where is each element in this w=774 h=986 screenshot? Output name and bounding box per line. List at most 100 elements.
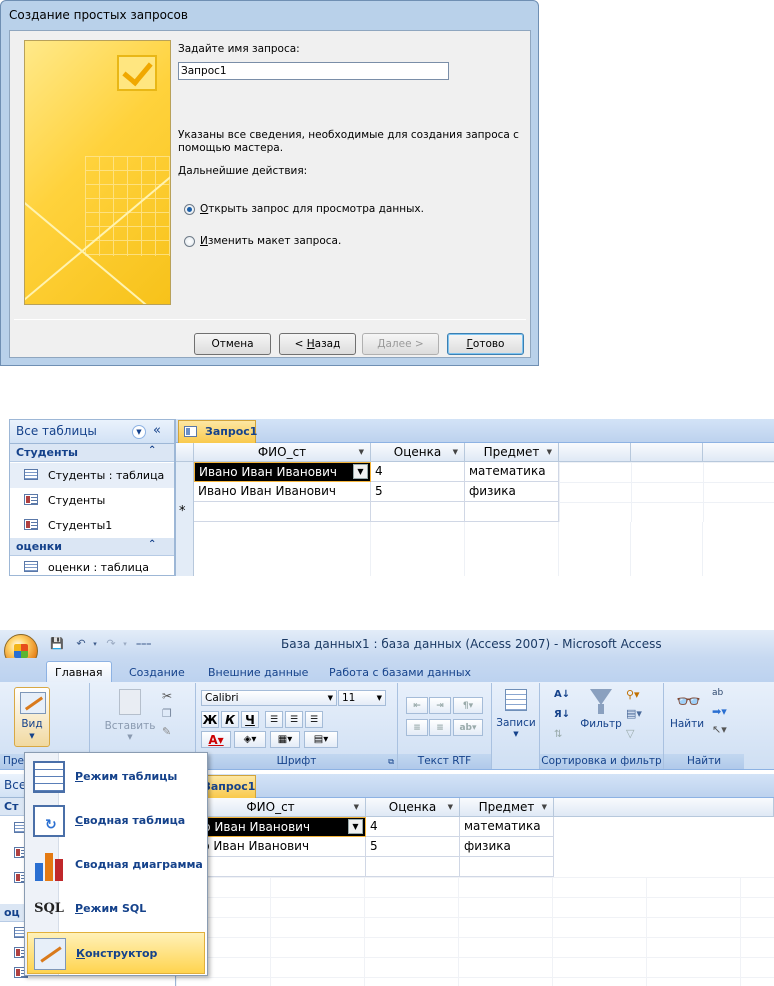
radio-modify-design[interactable]: Изменить макет запроса. [184, 235, 384, 249]
table-cell[interactable]: физика [465, 482, 559, 502]
sort-ascending-icon[interactable]: А↓ [554, 689, 570, 700]
cut-icon[interactable]: ✂ [162, 689, 172, 703]
fill-color-icon[interactable]: ◈▾ [234, 731, 266, 748]
next-actions-label: Дальнейшие действия: [178, 165, 308, 177]
collapse-icon[interactable]: « [153, 423, 161, 438]
save-icon[interactable]: 💾 [50, 637, 64, 651]
nav-item-students-table[interactable]: Студенты : таблица [10, 463, 174, 488]
column-header-grade[interactable]: Оценка ▼ [371, 443, 465, 462]
font-size-select[interactable]: 11 ▼ [338, 690, 386, 706]
gridlines-icon[interactable]: ▦▾ [270, 731, 300, 748]
undo-dropdown-icon[interactable]: ▾ [88, 637, 102, 651]
table-cell[interactable]: математика [465, 462, 559, 482]
advanced-filter-icon[interactable]: ▤▾ [626, 707, 642, 720]
nav-group-students[interactable]: Студенты ⌃ [10, 444, 174, 462]
dialog-launcher-icon[interactable]: ⧉ [388, 757, 394, 767]
combo-dropdown-icon[interactable]: ▼ [353, 464, 368, 479]
align-right-icon[interactable]: ☰ [305, 711, 323, 728]
chevron-down-icon[interactable]: ▼ [132, 425, 146, 439]
customize-toolbar-icon[interactable]: ⩶ [136, 637, 151, 651]
alternate-fill-icon[interactable]: ▤▾ [304, 731, 338, 748]
redo-dropdown-icon[interactable]: ▾ [118, 637, 132, 651]
menu-item-design-view[interactable]: Конструктор [27, 932, 205, 974]
nav-item-students-query[interactable]: Студенты [10, 488, 174, 513]
highlight-icon[interactable]: ab▾ [453, 719, 483, 736]
select-icon[interactable]: ↖▾ [712, 723, 727, 736]
radio-button[interactable] [184, 236, 195, 247]
new-row-cell[interactable] [366, 857, 460, 877]
cancel-button[interactable]: Отмена [194, 333, 271, 355]
combo-dropdown-icon[interactable]: ▼ [348, 819, 363, 834]
nav-pane-header[interactable]: Все таблицы ▼ « [10, 420, 174, 444]
menu-item-pivot-chart[interactable]: Сводная диаграмма [27, 844, 205, 886]
column-header-grade[interactable]: Оценка ▼ [366, 798, 460, 817]
table-cell[interactable]: физика [460, 837, 554, 857]
new-row-cell[interactable] [194, 502, 371, 522]
column-header-subject[interactable]: Предмет ▼ [460, 798, 554, 817]
group-find: 👓 Найти ab ➡▾ ↖▾ Найти [664, 683, 744, 769]
toggle-filter-icon[interactable]: ▽ [626, 727, 634, 740]
align-center-icon[interactable]: ☰ [285, 711, 303, 728]
selection-filter-icon[interactable]: ⚲▾ [626, 688, 640, 701]
table-cell[interactable]: 5 [366, 837, 460, 857]
table-cell[interactable]: Ивано Иван Иванович ▼ [194, 462, 371, 482]
font-color-icon[interactable]: A▾ [201, 731, 231, 748]
numbering-icon[interactable]: ≡ [406, 719, 428, 736]
tab-home[interactable]: Главная [46, 661, 112, 683]
table-cell[interactable]: 4 [366, 817, 460, 837]
column-header-fio[interactable]: ФИО_ст ▼ [194, 443, 371, 462]
query-icon [24, 519, 38, 530]
decrease-indent-icon[interactable]: ⇤ [406, 697, 428, 714]
records-button[interactable]: Записи ▼ [496, 687, 536, 747]
view-button[interactable]: Вид ▼ [14, 687, 50, 747]
finish-button[interactable]: Готово [447, 333, 524, 355]
collapse-group-icon[interactable]: ⌃ [148, 445, 156, 456]
collapse-group-icon[interactable]: ⌃ [148, 539, 156, 550]
new-row-cell[interactable] [371, 502, 465, 522]
query-name-input[interactable] [178, 62, 449, 80]
tab-query1[interactable]: Запрос1 [178, 420, 257, 443]
table-cell[interactable]: Ивано Иван Иванович [194, 482, 371, 502]
sort-descending-icon[interactable]: Я↓ [554, 709, 570, 720]
paragraph-icon[interactable]: ¶▾ [453, 697, 483, 714]
clear-sort-icon[interactable]: ⇅ [554, 729, 562, 740]
tab-external-data[interactable]: Внешние данные [200, 662, 316, 684]
replace-icon[interactable]: ab [712, 688, 723, 698]
align-left-icon[interactable]: ☰ [265, 711, 283, 728]
radio-button-selected[interactable] [184, 204, 195, 215]
new-row-cell[interactable] [465, 502, 559, 522]
select-all-corner[interactable] [176, 443, 194, 462]
copy-icon[interactable]: ❐ [162, 707, 172, 720]
increase-indent-icon[interactable]: ⇥ [429, 697, 451, 714]
new-row-cell[interactable] [460, 857, 554, 877]
italic-button[interactable]: К [221, 711, 239, 728]
format-painter-icon[interactable]: ✎ [162, 725, 171, 738]
menu-item-datasheet-view[interactable]: Режим таблицы [27, 756, 205, 798]
nav-item-students1-query[interactable]: Студенты1 [10, 513, 174, 538]
nav-group-grades[interactable]: оценки ⌃ [10, 538, 174, 556]
goto-icon[interactable]: ➡▾ [712, 705, 727, 718]
filter-button[interactable]: Фильтр [578, 687, 624, 743]
back-button[interactable]: < Назад [279, 333, 356, 355]
paste-button[interactable]: Вставить ▼ [104, 687, 156, 743]
bold-button[interactable]: Ж [201, 711, 219, 728]
tab-create[interactable]: Создание [121, 662, 193, 684]
radio-open-query[interactable]: Открыть запрос для просмотра данных. [184, 203, 424, 217]
redo-icon[interactable]: ↷ [104, 637, 118, 651]
next-button[interactable]: Далее > [362, 333, 439, 355]
table-cell[interactable]: математика [460, 817, 554, 837]
undo-icon[interactable]: ↶ [74, 637, 88, 651]
bullets-icon[interactable]: ≡ [429, 719, 451, 736]
tab-database-tools[interactable]: Работа с базами данных [321, 662, 479, 684]
column-header-subject[interactable]: Предмет ▼ [465, 443, 559, 462]
table-cell[interactable]: 4 [371, 462, 465, 482]
record-selectors[interactable]: * [176, 462, 194, 576]
document-tab-bar: Запрос1 [176, 419, 774, 443]
menu-item-sql-view[interactable]: SQL Режим SQL [27, 888, 205, 930]
menu-item-pivot-table[interactable]: ↻ Сводная таблица [27, 800, 205, 842]
nav-item-grades-table[interactable]: оценки : таблица [10, 556, 174, 575]
underline-button[interactable]: Ч [241, 711, 259, 728]
table-cell[interactable]: 5 [371, 482, 465, 502]
find-button[interactable]: 👓 Найти [668, 687, 706, 743]
font-name-select[interactable]: Calibri ▼ [201, 690, 337, 706]
